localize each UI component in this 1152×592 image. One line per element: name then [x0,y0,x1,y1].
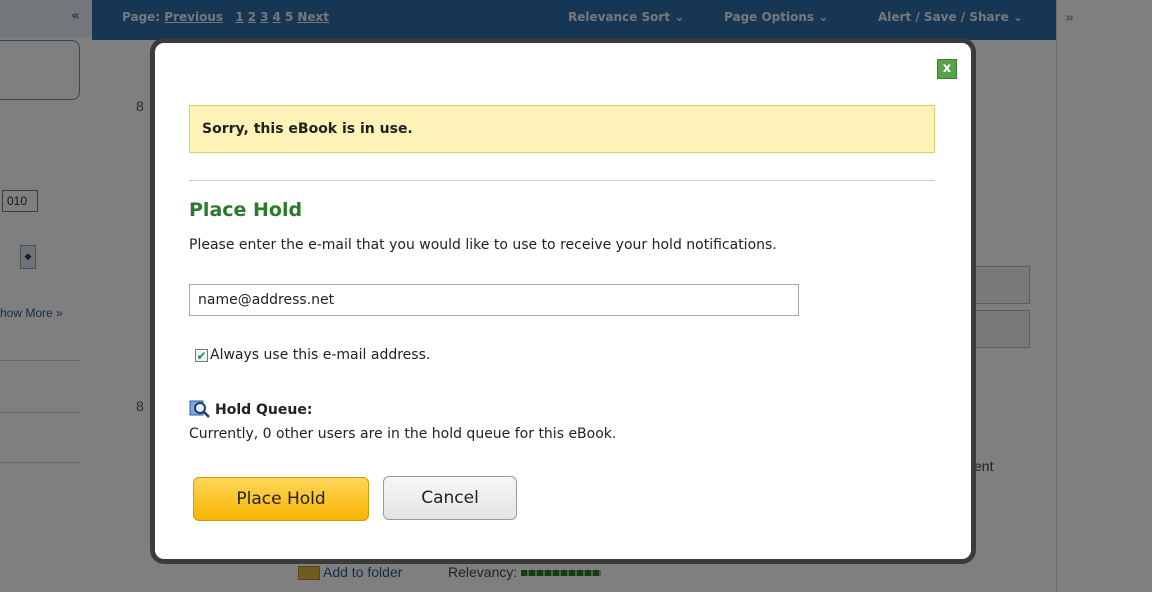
always-use-label[interactable]: Always use this e-mail address. [210,347,430,363]
divider [189,180,935,181]
always-use-checkbox[interactable]: ✔ [195,349,208,363]
email-instruction: Please enter the e-mail that you would l… [189,237,777,253]
in-use-notice: Sorry, this eBook is in use. [189,105,935,153]
hold-queue-status: Currently, 0 other users are in the hold… [189,426,617,442]
dialog-title: Place Hold [189,199,303,221]
hold-queue-heading: Hold Queue: [189,399,312,419]
close-button[interactable]: x [937,59,957,79]
always-use-option[interactable]: ✔ Always use this e-mail address. [195,347,430,363]
place-hold-dialog: x Sorry, this eBook is in use. Place Hol… [150,38,976,564]
place-hold-button[interactable]: Place Hold [193,477,369,521]
hold-queue-title: Hold Queue: [215,402,313,418]
email-field[interactable] [189,284,799,316]
cancel-button[interactable]: Cancel [383,476,517,520]
magnify-queue-icon [189,400,210,418]
